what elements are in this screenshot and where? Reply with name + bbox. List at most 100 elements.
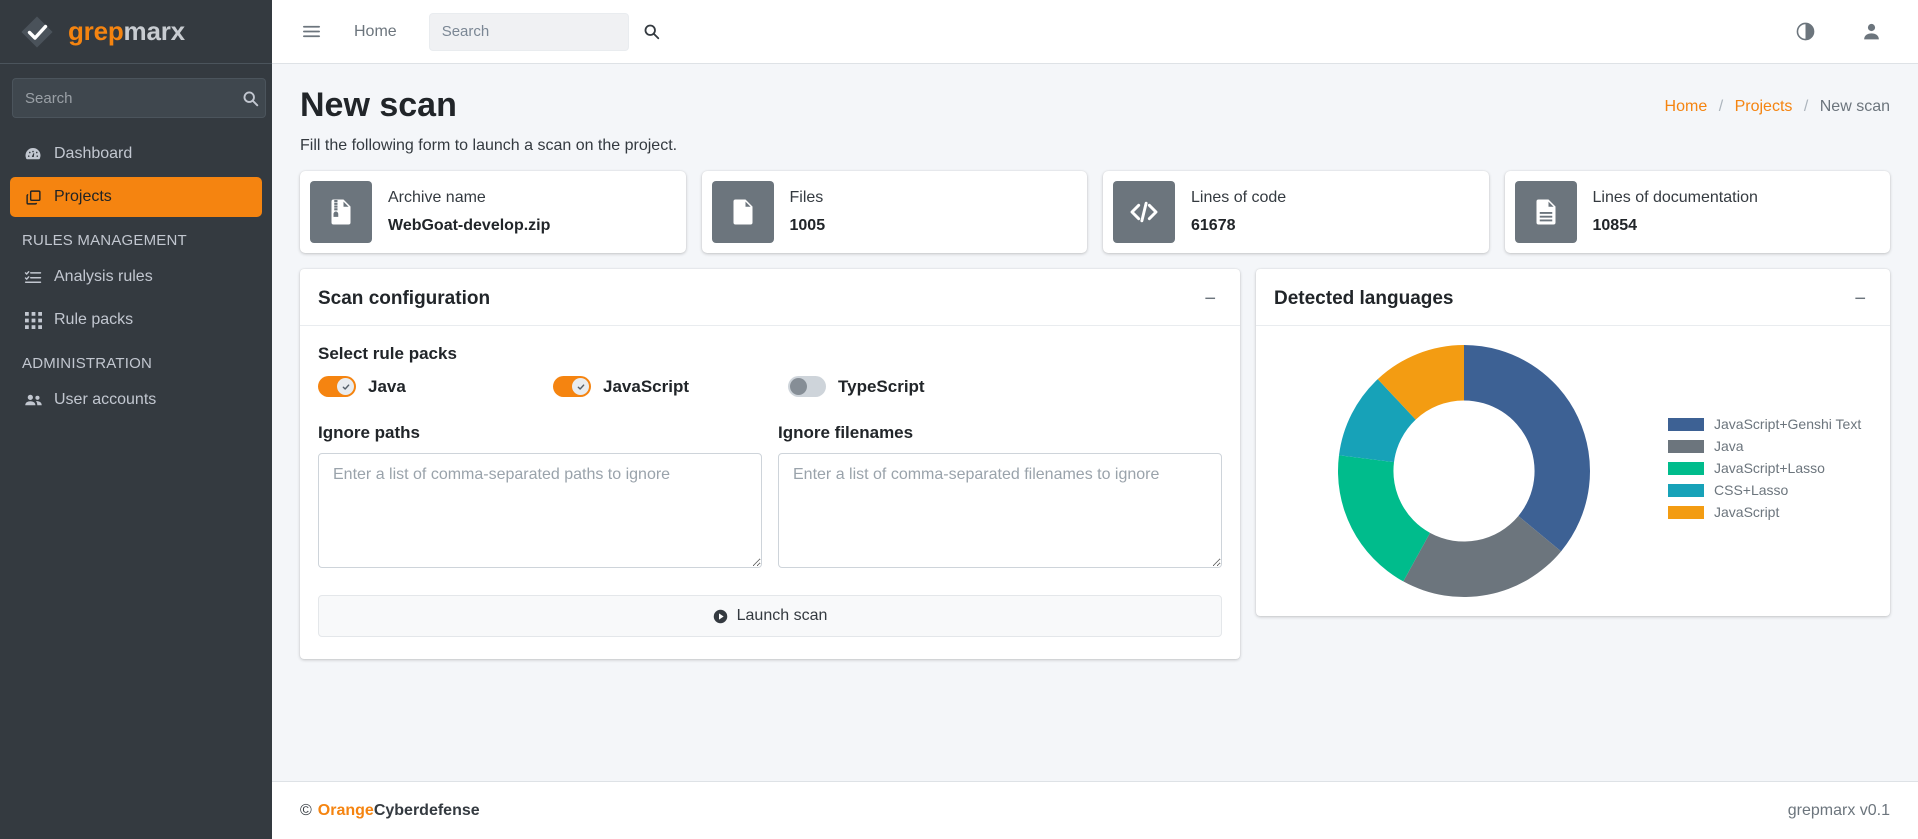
scan-configuration-header: Scan configuration − (300, 272, 1240, 327)
page-subtitle: Fill the following form to launch a scan… (300, 137, 678, 155)
rule-pack-label: TypeScript (838, 376, 925, 396)
sidebar-item-label: Analysis rules (54, 268, 153, 285)
launch-scan-button[interactable]: Launch scan (318, 595, 1222, 638)
ignore-filenames-label: Ignore filenames (778, 423, 914, 443)
legend-item[interactable]: JavaScript (1668, 504, 1861, 520)
minus-icon[interactable]: − (1848, 285, 1872, 313)
sidebar-search-button[interactable] (236, 78, 266, 118)
legend-swatch (1668, 461, 1704, 475)
ignore-fields-row: Ignore paths Ignore filenames (318, 423, 1222, 573)
app-root: grepmarx Dashboard (0, 0, 1918, 839)
sidebar-section-administration: ADMINISTRATION (22, 355, 153, 372)
sidebar-item-label: User accounts (54, 391, 157, 408)
launch-scan-label: Launch scan (736, 607, 828, 625)
sidebar-search-input[interactable] (12, 78, 236, 118)
detected-languages-panel: Detected languages − JavaScript+Genshi T… (1256, 269, 1890, 617)
copy-icon (22, 189, 44, 206)
breadcrumb-separator: / (1803, 98, 1809, 115)
info-cards: Archive name WebGoat-develop.zip Files 1… (272, 161, 1918, 254)
legend-swatch (1668, 505, 1704, 519)
rule-pack-label: JavaScript (603, 376, 689, 396)
legend-label: JavaScript+Genshi Text (1714, 416, 1862, 433)
file-icon (711, 181, 774, 244)
scan-configuration-panel: Scan configuration − Select rule packs J… (300, 269, 1240, 660)
breadcrumb-home[interactable]: Home (1665, 98, 1708, 115)
info-card-label: Lines of code (1191, 189, 1287, 207)
info-card-lines-of-code: Lines of code 61678 (1103, 171, 1489, 254)
brand-text: grepmarx (68, 16, 185, 47)
page-header: New scan Fill the following form to laun… (272, 64, 1918, 161)
brand-logo-link[interactable]: grepmarx (0, 0, 272, 64)
navbar-home-link[interactable]: Home (336, 23, 415, 41)
detected-languages-body: JavaScript+Genshi Text Java JavaScript+Las… (1256, 326, 1890, 616)
info-card-files: Files 1005 (701, 171, 1087, 254)
info-card-value: WebGoat-develop.zip (388, 217, 551, 235)
page-heading-block: New scan Fill the following form to laun… (300, 86, 677, 155)
hamburger-icon[interactable] (294, 15, 328, 49)
sidebar-item-user-accounts[interactable]: User accounts (10, 380, 262, 420)
sidebar: grepmarx Dashboard (0, 0, 272, 839)
legend-label: JavaScript+Lasso (1714, 460, 1825, 477)
detected-languages-header: Detected languages − (1256, 272, 1890, 327)
legend-label: JavaScript (1714, 504, 1780, 521)
panel-title: Detected languages (1274, 287, 1454, 309)
brand-prefix: grep (68, 16, 124, 46)
info-card-label: Archive name (388, 189, 486, 207)
toggle-switch[interactable] (553, 376, 591, 398)
navbar-search-input[interactable] (439, 22, 643, 41)
donut-slice[interactable] (1464, 345, 1590, 552)
sidebar-item-projects[interactable]: Projects (10, 177, 262, 217)
legend-item[interactable]: JavaScript+Genshi Text (1668, 416, 1861, 432)
ignore-paths-input[interactable] (318, 453, 762, 569)
search-icon[interactable] (643, 23, 660, 40)
user-icon[interactable] (1854, 15, 1888, 49)
legend-swatch (1668, 417, 1704, 431)
footer-brand-orange: Orange (317, 801, 374, 819)
check-icon (572, 378, 589, 396)
ignore-paths-label: Ignore paths (318, 423, 421, 443)
file-archive-icon (310, 181, 372, 244)
sidebar-item-rule-packs[interactable]: Rule packs (10, 300, 262, 340)
main-area: Home Search New scan Fill the following … (272, 0, 1918, 839)
info-card-value: 10854 (1592, 217, 1638, 235)
page-content: New scan Fill the following form to laun… (272, 64, 1918, 781)
footer-brand-link[interactable]: OrangeCyberdefense (318, 802, 480, 820)
toggle-switch[interactable] (318, 376, 356, 398)
ignore-filenames-input[interactable] (778, 453, 1222, 569)
rule-pack-typescript[interactable]: TypeScript (788, 376, 1023, 398)
play-circle-icon (713, 609, 728, 624)
sidebar-item-label: Rule packs (54, 311, 134, 328)
breadcrumb-separator: / (1718, 98, 1724, 115)
users-icon (22, 391, 44, 410)
info-card-label: Files (789, 189, 824, 207)
diamond-check-icon (18, 13, 56, 51)
sidebar-item-label: Dashboard (54, 145, 133, 162)
info-card-label: Lines of documentation (1592, 189, 1758, 207)
languages-donut-chart (1304, 341, 1624, 601)
sidebar-search (0, 64, 272, 128)
code-icon (1113, 181, 1175, 244)
toggle-switch[interactable] (788, 376, 826, 398)
legend-item[interactable]: Java (1668, 438, 1861, 454)
donut-svg (1338, 345, 1590, 598)
ignore-paths-field: Ignore paths (318, 423, 762, 573)
minus-icon[interactable]: − (1198, 285, 1222, 313)
sidebar-section-rules: RULES MANAGEMENT (22, 232, 187, 249)
panel-title: Scan configuration (318, 287, 491, 309)
rule-pack-java[interactable]: Java (318, 376, 553, 398)
legend-item[interactable]: JavaScript+Lasso (1668, 460, 1861, 476)
footer-version: grepmarx v0.1 (1787, 801, 1890, 819)
sidebar-item-analysis-rules[interactable]: Analysis rules (10, 257, 262, 297)
info-card-body: Files 1005 (774, 189, 826, 235)
rule-packs-label: Select rule packs (318, 344, 457, 364)
legend-label: CSS+Lasso (1714, 482, 1789, 499)
legend-swatch (1668, 483, 1704, 497)
breadcrumb-projects[interactable]: Projects (1735, 98, 1793, 115)
contrast-circle-icon[interactable] (1788, 15, 1822, 49)
footer-copyright: © (300, 801, 312, 819)
sidebar-item-dashboard[interactable]: Dashboard (10, 134, 262, 174)
rule-pack-javascript[interactable]: JavaScript (553, 376, 788, 398)
list-check-icon (22, 268, 44, 286)
legend-label: Java (1714, 438, 1744, 455)
legend-item[interactable]: CSS+Lasso (1668, 482, 1861, 498)
